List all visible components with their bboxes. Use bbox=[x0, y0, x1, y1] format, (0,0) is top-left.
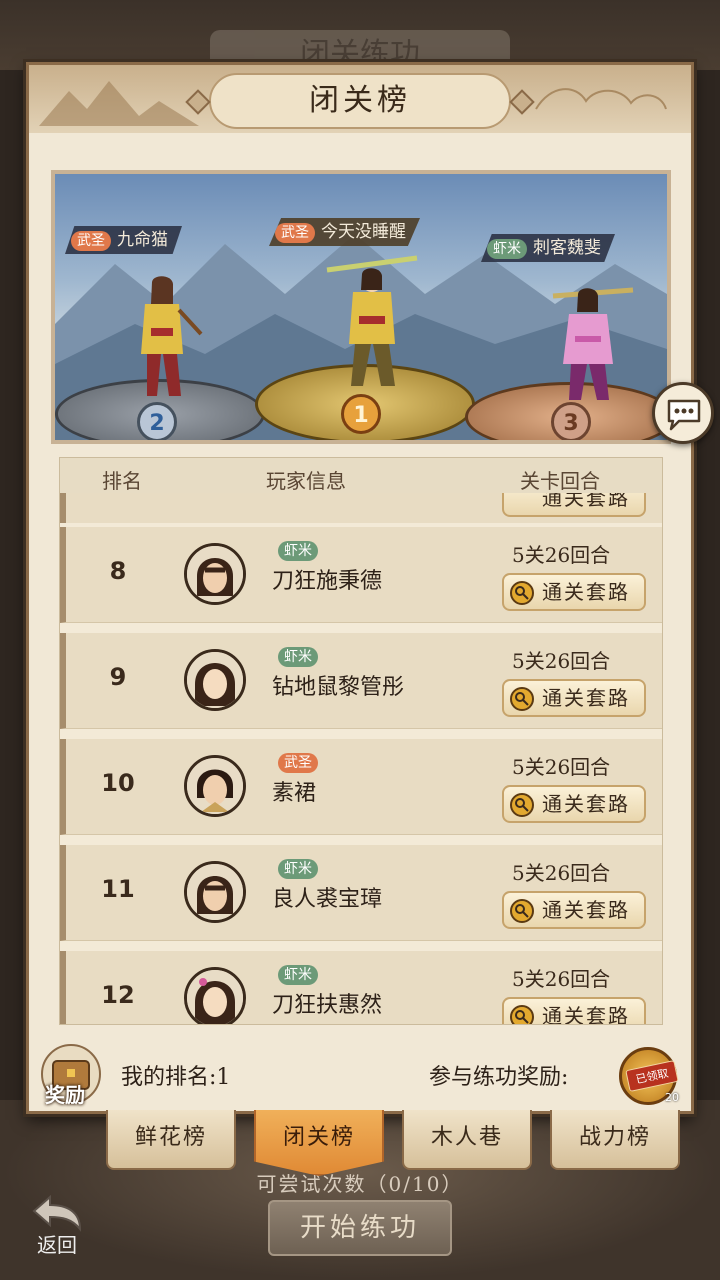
player-name: 良人裘宝璋 bbox=[272, 887, 383, 912]
reward-chest-button[interactable]: 奖励 bbox=[39, 1043, 103, 1107]
cloud-ornament-icon bbox=[535, 88, 667, 110]
guide-button-label: 通关套路 bbox=[542, 1004, 630, 1025]
rank-badge-second: 2 bbox=[137, 402, 177, 440]
reward-count: 20 bbox=[665, 1091, 679, 1104]
guide-button[interactable]: 通关套路 bbox=[502, 785, 646, 823]
tier-badge: 武圣 bbox=[71, 230, 111, 251]
nameplate-first: 武圣 今天没睡醒 bbox=[269, 218, 420, 246]
table-row: 9 虾米 钻地鼠黎管彤 5关26回合 通关套路 bbox=[60, 633, 662, 729]
chat-button[interactable] bbox=[652, 382, 714, 444]
chat-icon bbox=[667, 399, 701, 431]
avatar bbox=[184, 861, 246, 923]
rank-number: 10 bbox=[101, 769, 135, 797]
player-name: 今天没睡醒 bbox=[321, 222, 406, 242]
avatar bbox=[184, 649, 246, 711]
tier-badge: 武圣 bbox=[278, 753, 318, 773]
header-player: 玩家信息 bbox=[266, 469, 346, 493]
guide-button[interactable]: 通关套路 bbox=[502, 679, 646, 717]
avatar bbox=[184, 755, 246, 817]
my-rank-text: 我的排名:1 bbox=[121, 1065, 231, 1090]
attempts-text: 可尝试次数（0/10） bbox=[256, 1172, 464, 1196]
tab-wooden-man-alley[interactable]: 木人巷 bbox=[402, 1110, 532, 1170]
header-rounds: 关卡回合 bbox=[520, 469, 600, 493]
magnifier-icon bbox=[510, 687, 534, 711]
guide-button-label: 通关套路 bbox=[542, 792, 630, 816]
rank-number: 8 bbox=[109, 557, 127, 585]
guide-button[interactable]: 通关套路 bbox=[502, 891, 646, 929]
back-label: 返回 bbox=[37, 1233, 77, 1257]
stage-rounds: 5关26回合 bbox=[512, 861, 611, 885]
top-three-podium: 2 1 3 武圣 九命猫 武圣 今天没睡醒 虾米 刺客魏斐 bbox=[51, 170, 671, 444]
stage-rounds: 5关26回合 bbox=[512, 649, 611, 673]
player-name: 刀狂施秉德 bbox=[272, 569, 383, 594]
rank-badge-third: 3 bbox=[551, 402, 591, 440]
header-rank: 排名 bbox=[102, 469, 142, 493]
tier-badge: 虾米 bbox=[278, 859, 318, 879]
stage-rounds: 5关26回合 bbox=[512, 543, 611, 567]
guide-button-label: 通关套路 bbox=[542, 686, 630, 710]
table-row: 11 虾米 良人裘宝璋 5关26回合 通关套路 bbox=[60, 845, 662, 941]
table-row: 通关套路 bbox=[60, 493, 662, 523]
player-name: 刀狂扶惠然 bbox=[272, 993, 383, 1018]
guide-button[interactable]: 通关套路 bbox=[502, 573, 646, 611]
stage-rounds: 5关26回合 bbox=[512, 755, 611, 779]
magnifier-icon bbox=[510, 1005, 534, 1024]
tier-badge: 虾米 bbox=[278, 541, 318, 561]
reward-label: 奖励 bbox=[45, 1083, 85, 1107]
tier-badge: 虾米 bbox=[487, 238, 527, 259]
avatar bbox=[184, 543, 246, 605]
avatar bbox=[184, 967, 246, 1024]
nameplate-second: 武圣 九命猫 bbox=[65, 226, 182, 254]
player-name: 钻地鼠黎管彤 bbox=[272, 675, 405, 700]
guide-button[interactable]: 通关套路 bbox=[502, 493, 646, 517]
rank-number: 11 bbox=[101, 875, 135, 903]
player-name: 刺客魏斐 bbox=[533, 238, 601, 258]
character-third bbox=[552, 287, 634, 400]
nameplate-third: 虾米 刺客魏斐 bbox=[481, 234, 615, 262]
rank-number: 12 bbox=[101, 981, 135, 1009]
tab-flower-ranking[interactable]: 鲜花榜 bbox=[106, 1110, 236, 1170]
start-training-button[interactable]: 开始练功 bbox=[268, 1200, 452, 1256]
player-name: 素裙 bbox=[272, 781, 317, 806]
mountain-ink-icon bbox=[39, 81, 199, 126]
rank-number: 9 bbox=[109, 663, 127, 691]
player-name: 九命猫 bbox=[117, 230, 168, 250]
panel-title: 闭关榜 bbox=[209, 73, 511, 129]
tier-badge: 武圣 bbox=[275, 222, 315, 243]
leaderboard-panel: 闭关榜 2 1 3 武圣 九命猫 武圣 今天没睡醒 虾米 刺客魏斐 排名 玩家信… bbox=[26, 62, 694, 1114]
back-button[interactable]: 返回 bbox=[22, 1195, 92, 1265]
guide-button[interactable]: 通关套路 bbox=[502, 997, 646, 1025]
rank-badge-first: 1 bbox=[341, 394, 381, 434]
magnifier-icon bbox=[510, 899, 534, 923]
tab-power-ranking[interactable]: 战力榜 bbox=[550, 1110, 680, 1170]
magnifier-icon bbox=[510, 793, 534, 817]
guide-button-label: 通关套路 bbox=[542, 580, 630, 604]
table-row: 12 虾米 刀狂扶惠然 5关26回合 通关套路 bbox=[60, 951, 662, 1025]
join-reward-text: 参与练功奖励: bbox=[429, 1065, 569, 1090]
tier-badge: 虾米 bbox=[278, 647, 318, 667]
table-row: 8 虾米 刀狂施秉德 5关26回合 通关套路 bbox=[60, 527, 662, 623]
magnifier-icon bbox=[510, 581, 534, 605]
ranking-list-header: 排名 玩家信息 关卡回合 bbox=[59, 457, 663, 497]
panel-footer: 奖励 我的排名:1 参与练功奖励: 已领取 20 bbox=[29, 1037, 691, 1111]
table-row: 10 武圣 素裙 5关26回合 通关套路 bbox=[60, 739, 662, 835]
stage-rounds: 5关26回合 bbox=[512, 967, 611, 991]
panel-header: 闭关榜 bbox=[29, 65, 691, 133]
guide-button-label: 通关套路 bbox=[542, 898, 630, 922]
tier-badge: 虾米 bbox=[278, 965, 318, 985]
character-first bbox=[326, 255, 418, 386]
ranking-list[interactable]: 通关套路 8 虾米 刀狂施秉德 5关26回合 通关套路 9 虾米 钻地鼠黎管彤 … bbox=[59, 493, 663, 1025]
character-second bbox=[141, 276, 203, 396]
